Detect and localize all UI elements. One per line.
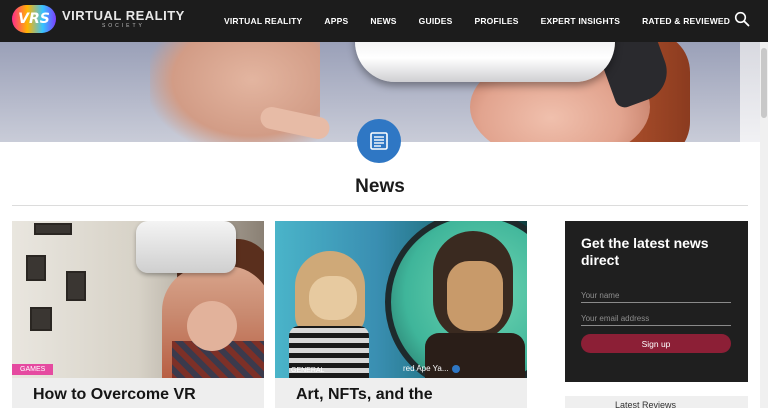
hero-vr-headset — [355, 42, 615, 82]
nav-item-expert-insights[interactable]: EXPERT INSIGHTS — [541, 16, 621, 26]
scrollbar-thumb[interactable] — [761, 48, 767, 118]
latest-reviews-widget: Latest Reviews — [565, 396, 748, 410]
page-title: News — [355, 176, 405, 197]
section-divider — [12, 205, 748, 206]
main-menu: VIRTUAL REALITY APPS NEWS GUIDES PROFILE… — [224, 0, 752, 42]
name-input[interactable] — [581, 288, 731, 303]
search-icon[interactable] — [734, 11, 750, 27]
article-card-games[interactable]: GAMES How to Overcome VR — [12, 221, 264, 408]
article-card-general[interactable]: GENERAL red Ape Ya... Art, NFTs, and the — [275, 221, 527, 408]
logo-badge-text: VRS — [18, 11, 50, 27]
top-navbar: VRS VIRTUAL REALITY SOCIETY VIRTUAL REAL… — [0, 0, 768, 42]
image-caption: red Ape Ya... — [403, 364, 460, 373]
category-tag[interactable]: GAMES — [12, 364, 54, 375]
article-thumbnail[interactable]: GAMES — [12, 221, 264, 378]
image-caption-text: red Ape Ya... — [403, 364, 449, 373]
sign-up-button[interactable]: Sign up — [581, 334, 731, 353]
nav-item-profiles[interactable]: PROFILES — [474, 16, 518, 26]
ape-face-magnified — [447, 261, 503, 331]
email-input[interactable] — [581, 311, 731, 326]
newspaper-glyph — [370, 132, 388, 150]
logo-badge: VRS — [12, 5, 56, 33]
article-title[interactable]: Art, NFTs, and the — [296, 386, 433, 404]
wall-picture — [34, 223, 72, 235]
latest-reviews-label: Latest Reviews — [615, 400, 677, 410]
vr-headset — [136, 221, 236, 273]
person-hand — [187, 301, 237, 351]
wall-picture — [30, 307, 52, 331]
nav-item-news[interactable]: NEWS — [370, 16, 396, 26]
newsletter-signup: Get the latest news direct Sign up — [565, 221, 748, 382]
newspaper-icon — [357, 119, 401, 163]
verified-badge-icon — [451, 364, 460, 373]
article-thumbnail[interactable]: GENERAL red Ape Ya... — [275, 221, 527, 378]
logo-subtitle: SOCIETY — [101, 23, 145, 29]
ape-face — [309, 276, 357, 320]
signup-title: Get the latest news direct — [581, 235, 709, 268]
logo-title: VIRTUAL REALITY — [62, 8, 185, 23]
wall-picture — [26, 255, 46, 281]
page-scrollbar[interactable] — [760, 42, 768, 408]
site-logo[interactable]: VRS VIRTUAL REALITY SOCIETY — [12, 5, 185, 33]
nav-item-virtual-reality[interactable]: VIRTUAL REALITY — [224, 16, 302, 26]
article-title[interactable]: How to Overcome VR — [33, 386, 196, 404]
nav-item-apps[interactable]: APPS — [324, 16, 348, 26]
nav-item-rated-reviewed[interactable]: RATED & REVIEWED — [642, 16, 730, 26]
nav-item-guides[interactable]: GUIDES — [419, 16, 453, 26]
category-tag[interactable]: GENERAL — [283, 365, 332, 376]
wall-picture — [66, 271, 86, 301]
logo-wordmark: VIRTUAL REALITY SOCIETY — [62, 9, 185, 29]
